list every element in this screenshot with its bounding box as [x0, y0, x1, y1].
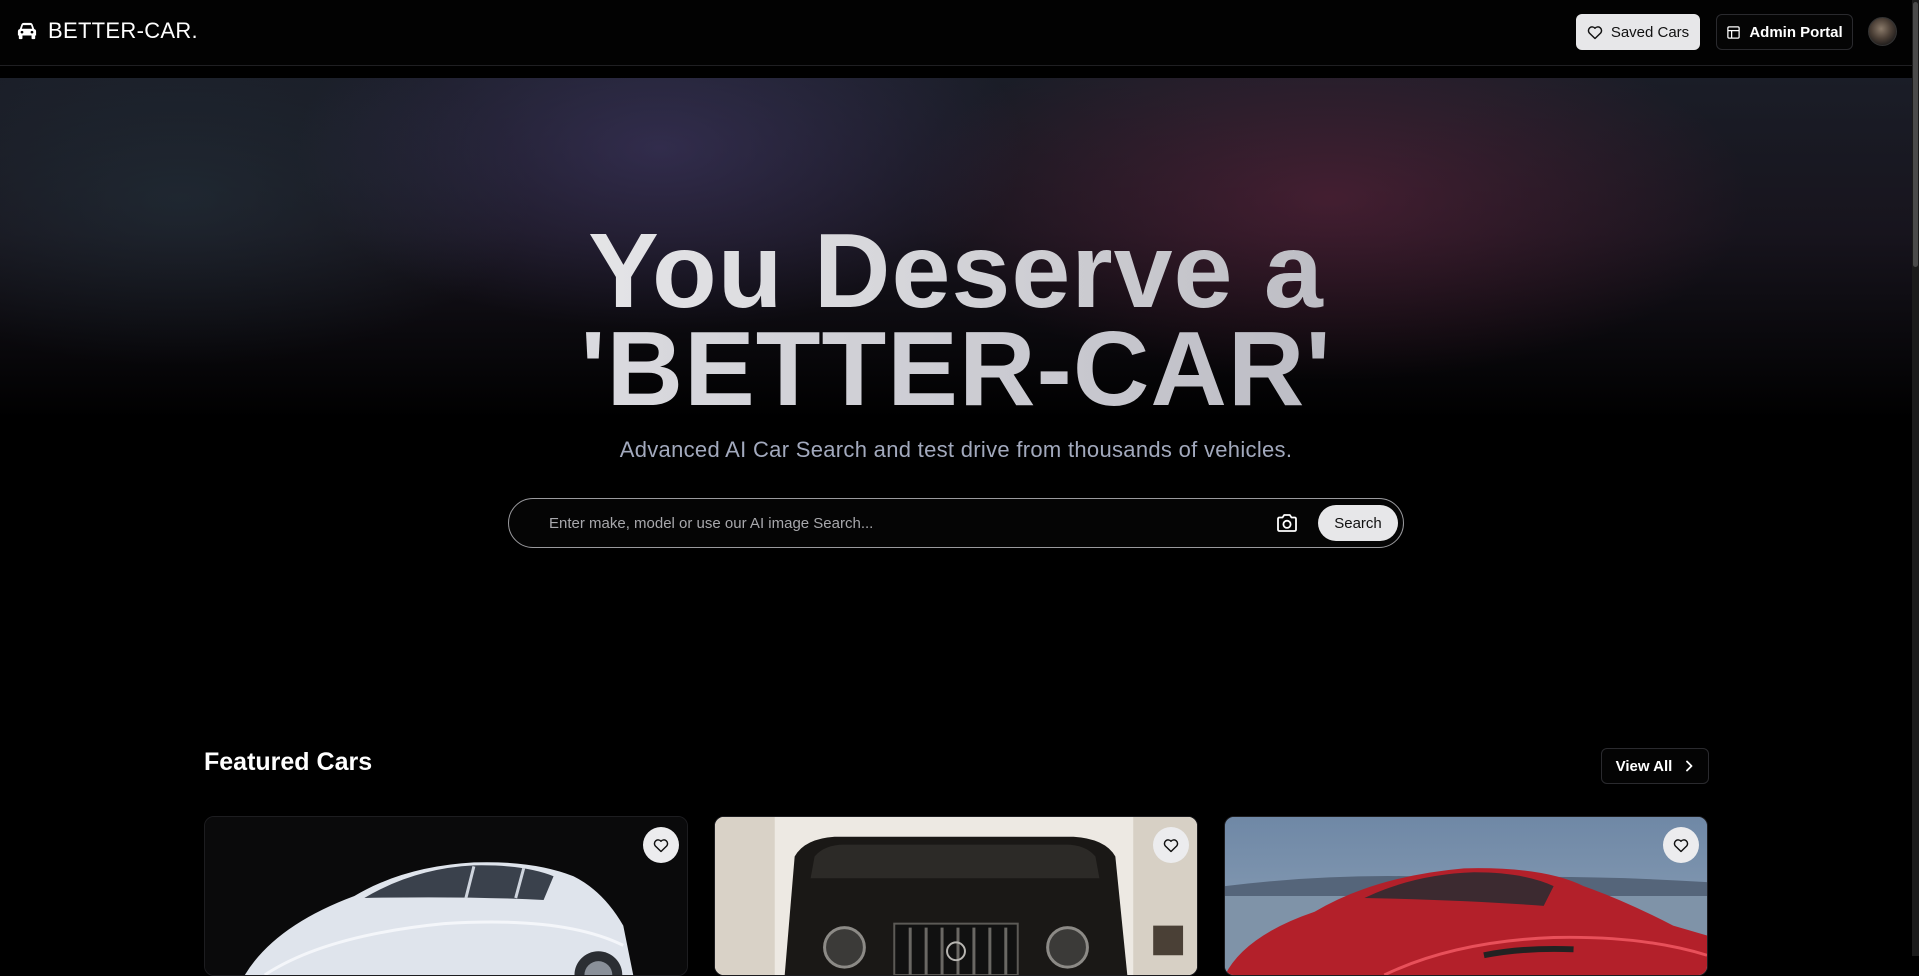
hero-title-line-1: You Deserve a	[0, 218, 1912, 324]
hero-title: You Deserve a 'BETTER-CAR'	[0, 218, 1912, 422]
user-avatar[interactable]	[1868, 17, 1897, 46]
search-input[interactable]	[549, 499, 1249, 547]
saved-cars-label: Saved Cars	[1610, 23, 1690, 41]
heart-icon	[1587, 25, 1603, 39]
featured-cars-heading: Featured Cars	[204, 748, 373, 776]
car-icon	[17, 22, 37, 40]
chevron-right-icon	[1686, 760, 1693, 772]
camera-icon[interactable]	[1275, 512, 1299, 534]
favorite-button[interactable]	[643, 827, 679, 863]
search-button[interactable]: Search	[1318, 505, 1398, 541]
car-card[interactable]	[1224, 816, 1708, 976]
heart-icon	[1163, 838, 1179, 852]
view-all-label: View All	[1615, 757, 1673, 775]
brand-name: BETTER-CAR.	[48, 18, 198, 43]
heart-icon	[653, 838, 669, 852]
hero-title-line-2: 'BETTER-CAR'	[0, 316, 1912, 422]
page-scrollbar-thumb[interactable]	[1913, 2, 1918, 267]
car-image-white-sedan	[205, 817, 687, 975]
search-bar: Search	[508, 498, 1404, 548]
top-navbar: BETTER-CAR. Saved Cars Admin Portal	[0, 0, 1912, 66]
favorite-button[interactable]	[1663, 827, 1699, 863]
saved-cars-button[interactable]: Saved Cars	[1576, 14, 1700, 50]
brand-logo-link[interactable]: BETTER-CAR.	[16, 18, 198, 44]
car-image-black-suv	[715, 817, 1197, 975]
heart-icon	[1673, 838, 1689, 852]
car-card[interactable]	[204, 816, 688, 976]
favorite-button[interactable]	[1153, 827, 1189, 863]
admin-portal-label: Admin Portal	[1749, 23, 1843, 41]
view-all-button[interactable]: View All	[1601, 748, 1709, 784]
layout-icon	[1727, 25, 1741, 39]
admin-portal-button[interactable]: Admin Portal	[1716, 14, 1853, 50]
car-card[interactable]	[714, 816, 1198, 976]
hero-subtitle: Advanced AI Car Search and test drive fr…	[619, 437, 1293, 462]
car-image-red-crossover	[1225, 817, 1707, 975]
